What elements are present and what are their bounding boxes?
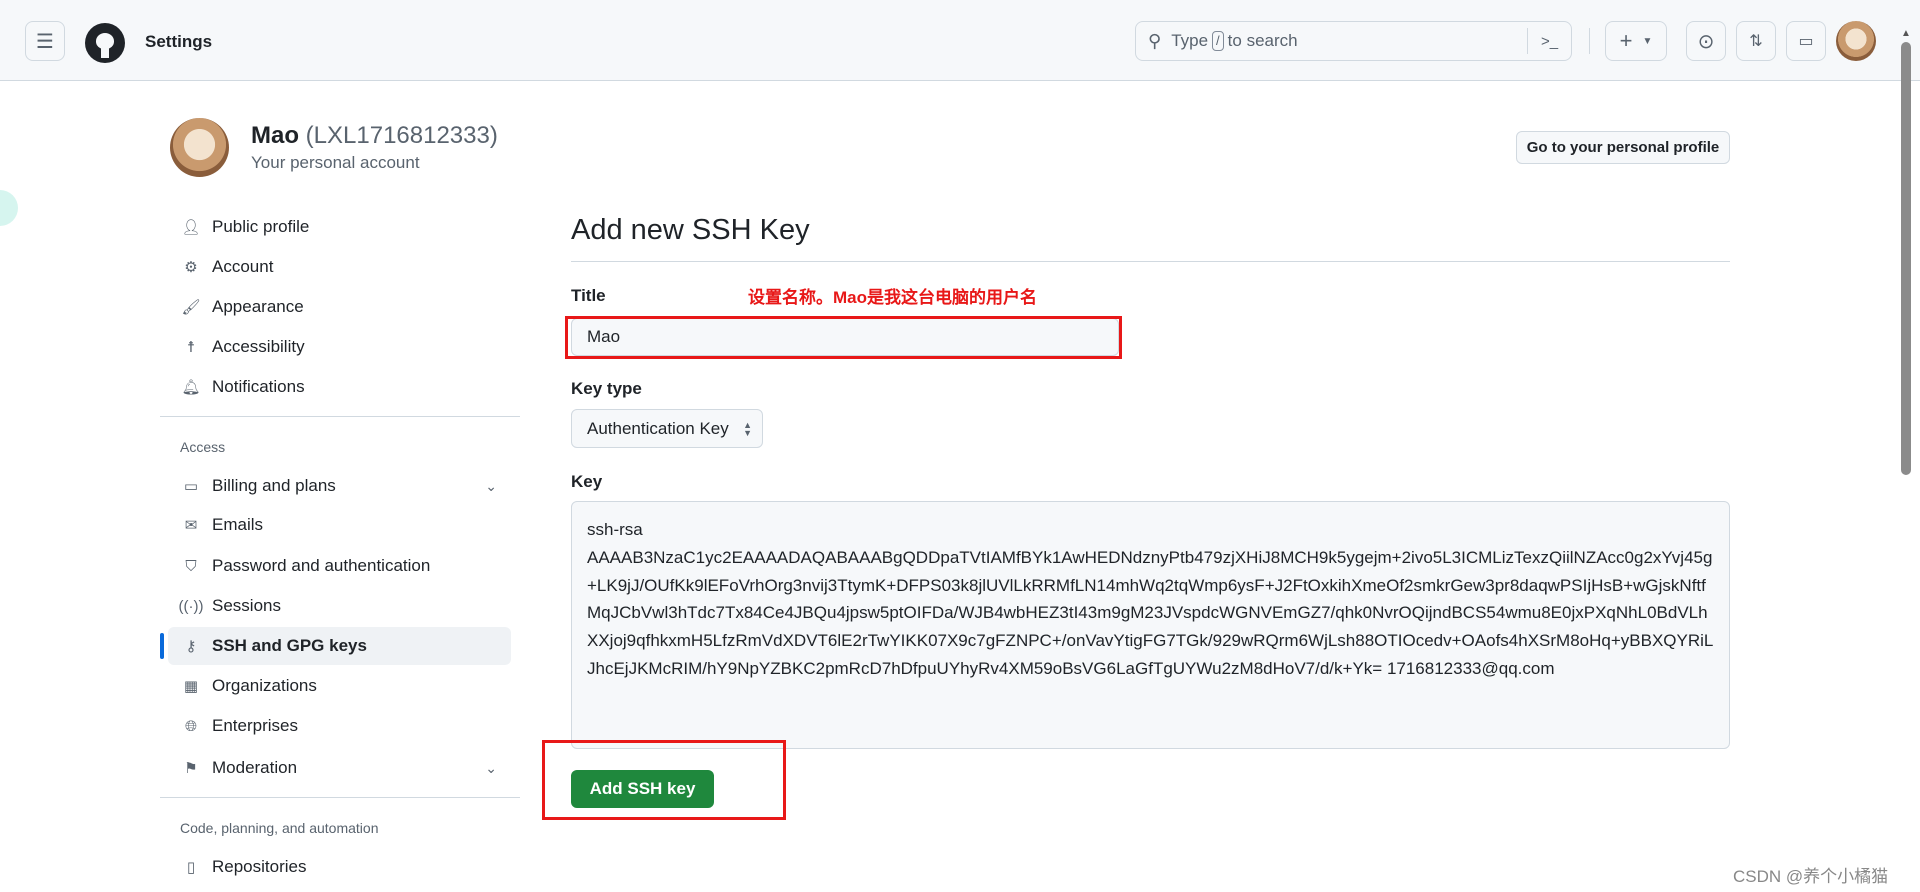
sidebar-item-label: Password and authentication [212,556,431,575]
sidebar-item-repositories[interactable]: ▯ Repositories [168,848,511,886]
sidebar-item-label: Sessions [212,596,281,615]
top-header: ☰ Settings ⚲ Type / to search >_ + ▼ ⊙ ⇅ ▭ [0,0,1920,81]
broadcast-icon: ((·)) [178,597,204,615]
caret-down-icon: ▼ [1642,35,1653,47]
sidebar-item-billing[interactable]: ▭ Billing and plans ⌄ [168,467,511,505]
sidebar-item-password[interactable]: ⛉ Password and authentication [168,547,511,585]
search-placeholder-suffix: to search [1227,31,1298,50]
page-context-title: Settings [145,32,213,51]
annotation-text: 设置名称。Mao是我这台电脑的用户名 [748,288,1037,307]
plus-icon: + [1619,28,1633,53]
sidebar-section-access: Access [180,439,226,455]
inbox-button[interactable]: ▭ [1786,21,1826,61]
credit-card-icon: ▭ [183,478,199,495]
key-type-select[interactable]: Authentication Key ▲ ▼ [571,409,763,448]
sidebar-item-accessibility[interactable]: ☨ Accessibility [168,328,511,366]
key-textarea[interactable]: ssh-rsa AAAAB3NzaC1yc2EAAAADAQABAAABgQDD… [571,501,1730,749]
select-arrows-icon: ▲ ▼ [743,419,752,438]
sidebar-item-label: Billing and plans [212,476,336,495]
sidebar-item-label: Public profile [212,217,310,236]
sidebar-item-label: Account [212,257,274,276]
github-logo[interactable] [85,23,125,63]
account-name: Mao (LXL1716812333) [251,122,498,149]
page-title: Add new SSH Key [571,214,810,246]
globe-icon: 🌐︎ [184,717,197,735]
key-type-value: Authentication Key [587,418,729,438]
scrollbar-thumb[interactable] [1901,42,1911,475]
menu-button[interactable]: ☰ [25,21,65,61]
mail-icon: ✉ [184,517,198,534]
sidebar-item-moderation[interactable]: ⚑ Moderation ⌄ [168,749,511,787]
go-to-profile-button[interactable]: Go to your personal profile [1516,131,1730,164]
sidebar-section-code: Code, planning, and automation [180,820,379,836]
git-pull-request-icon: ⇅ [1749,33,1763,50]
sidebar-item-account[interactable]: ⚙ Account [168,248,511,286]
account-login: (LXL1716812333) [305,122,498,149]
key-label: Key [571,472,603,491]
key-icon: ⚷ [185,638,197,655]
user-avatar[interactable] [1836,21,1876,61]
pull-requests-button[interactable]: ⇅ [1736,21,1776,61]
search-placeholder: Type [1171,31,1209,50]
search-shortcut-key: / [1212,31,1224,51]
organization-icon: ▦ [183,678,199,695]
paintbrush-icon: 🖌︎ [181,299,201,316]
header-divider [1589,28,1590,54]
sidebar-item-label: Organizations [212,676,317,695]
inbox-icon: ▭ [1798,33,1814,50]
account-avatar [170,118,229,177]
sidebar-item-label: Emails [212,515,264,534]
sidebar-item-enterprises[interactable]: 🌐︎ Enterprises [168,707,511,745]
report-icon: ⚑ [184,760,198,777]
title-divider [571,261,1730,262]
sidebar-item-emails[interactable]: ✉ Emails [168,506,511,544]
create-new-button[interactable]: + ▼ [1605,21,1667,61]
command-palette-icon[interactable]: >_ [1527,28,1571,54]
annotation-box-title [565,316,1122,359]
repo-icon: ▯ [186,859,196,876]
sidebar-item-appearance[interactable]: 🖌︎ Appearance [168,288,511,326]
sidebar-item-label: Enterprises [212,716,298,735]
accessibility-icon: ☨ [186,339,196,356]
chevron-down-icon[interactable]: ⌄ [485,760,497,777]
sidebar-item-label: SSH and GPG keys [212,636,367,655]
account-subtitle: Your personal account [251,153,420,172]
search-input[interactable]: ⚲ Type / to search >_ [1135,21,1572,61]
sidebar-item-label: Moderation [212,758,298,777]
search-icon: ⚲ [1148,30,1162,51]
sidebar-item-label: Accessibility [212,337,305,356]
issues-button[interactable]: ⊙ [1686,21,1726,61]
floating-widget[interactable] [0,190,18,226]
sidebar-item-public-profile[interactable]: 👤︎ Public profile [168,208,511,246]
title-label: Title [571,286,606,305]
gear-icon: ⚙ [184,259,198,276]
sidebar-divider [160,416,520,417]
bell-icon: 🔔︎ [181,379,201,396]
sidebar-divider [160,797,520,798]
issue-opened-icon: ⊙ [1697,30,1715,53]
watermark: CSDN @养个小橘猫 [1733,867,1889,886]
shield-icon: ⛉ [185,557,197,575]
sidebar-item-label: Repositories [212,857,307,876]
sidebar-item-ssh-gpg-keys[interactable]: ⚷ SSH and GPG keys [160,627,511,665]
person-icon: 👤︎ [181,219,201,236]
sidebar-item-label: Notifications [212,377,305,396]
scrollbar[interactable]: ▲ [1898,28,1914,892]
sidebar-item-sessions[interactable]: ((·)) Sessions [168,587,511,625]
sidebar-item-organizations[interactable]: ▦ Organizations [168,667,511,705]
key-type-label: Key type [571,379,642,398]
chevron-down-icon[interactable]: ⌄ [485,478,497,495]
sidebar-item-notifications[interactable]: 🔔︎ Notifications [168,368,511,406]
sidebar-item-label: Appearance [212,297,304,316]
annotation-box-button [542,740,786,820]
hamburger-icon: ☰ [36,30,54,53]
